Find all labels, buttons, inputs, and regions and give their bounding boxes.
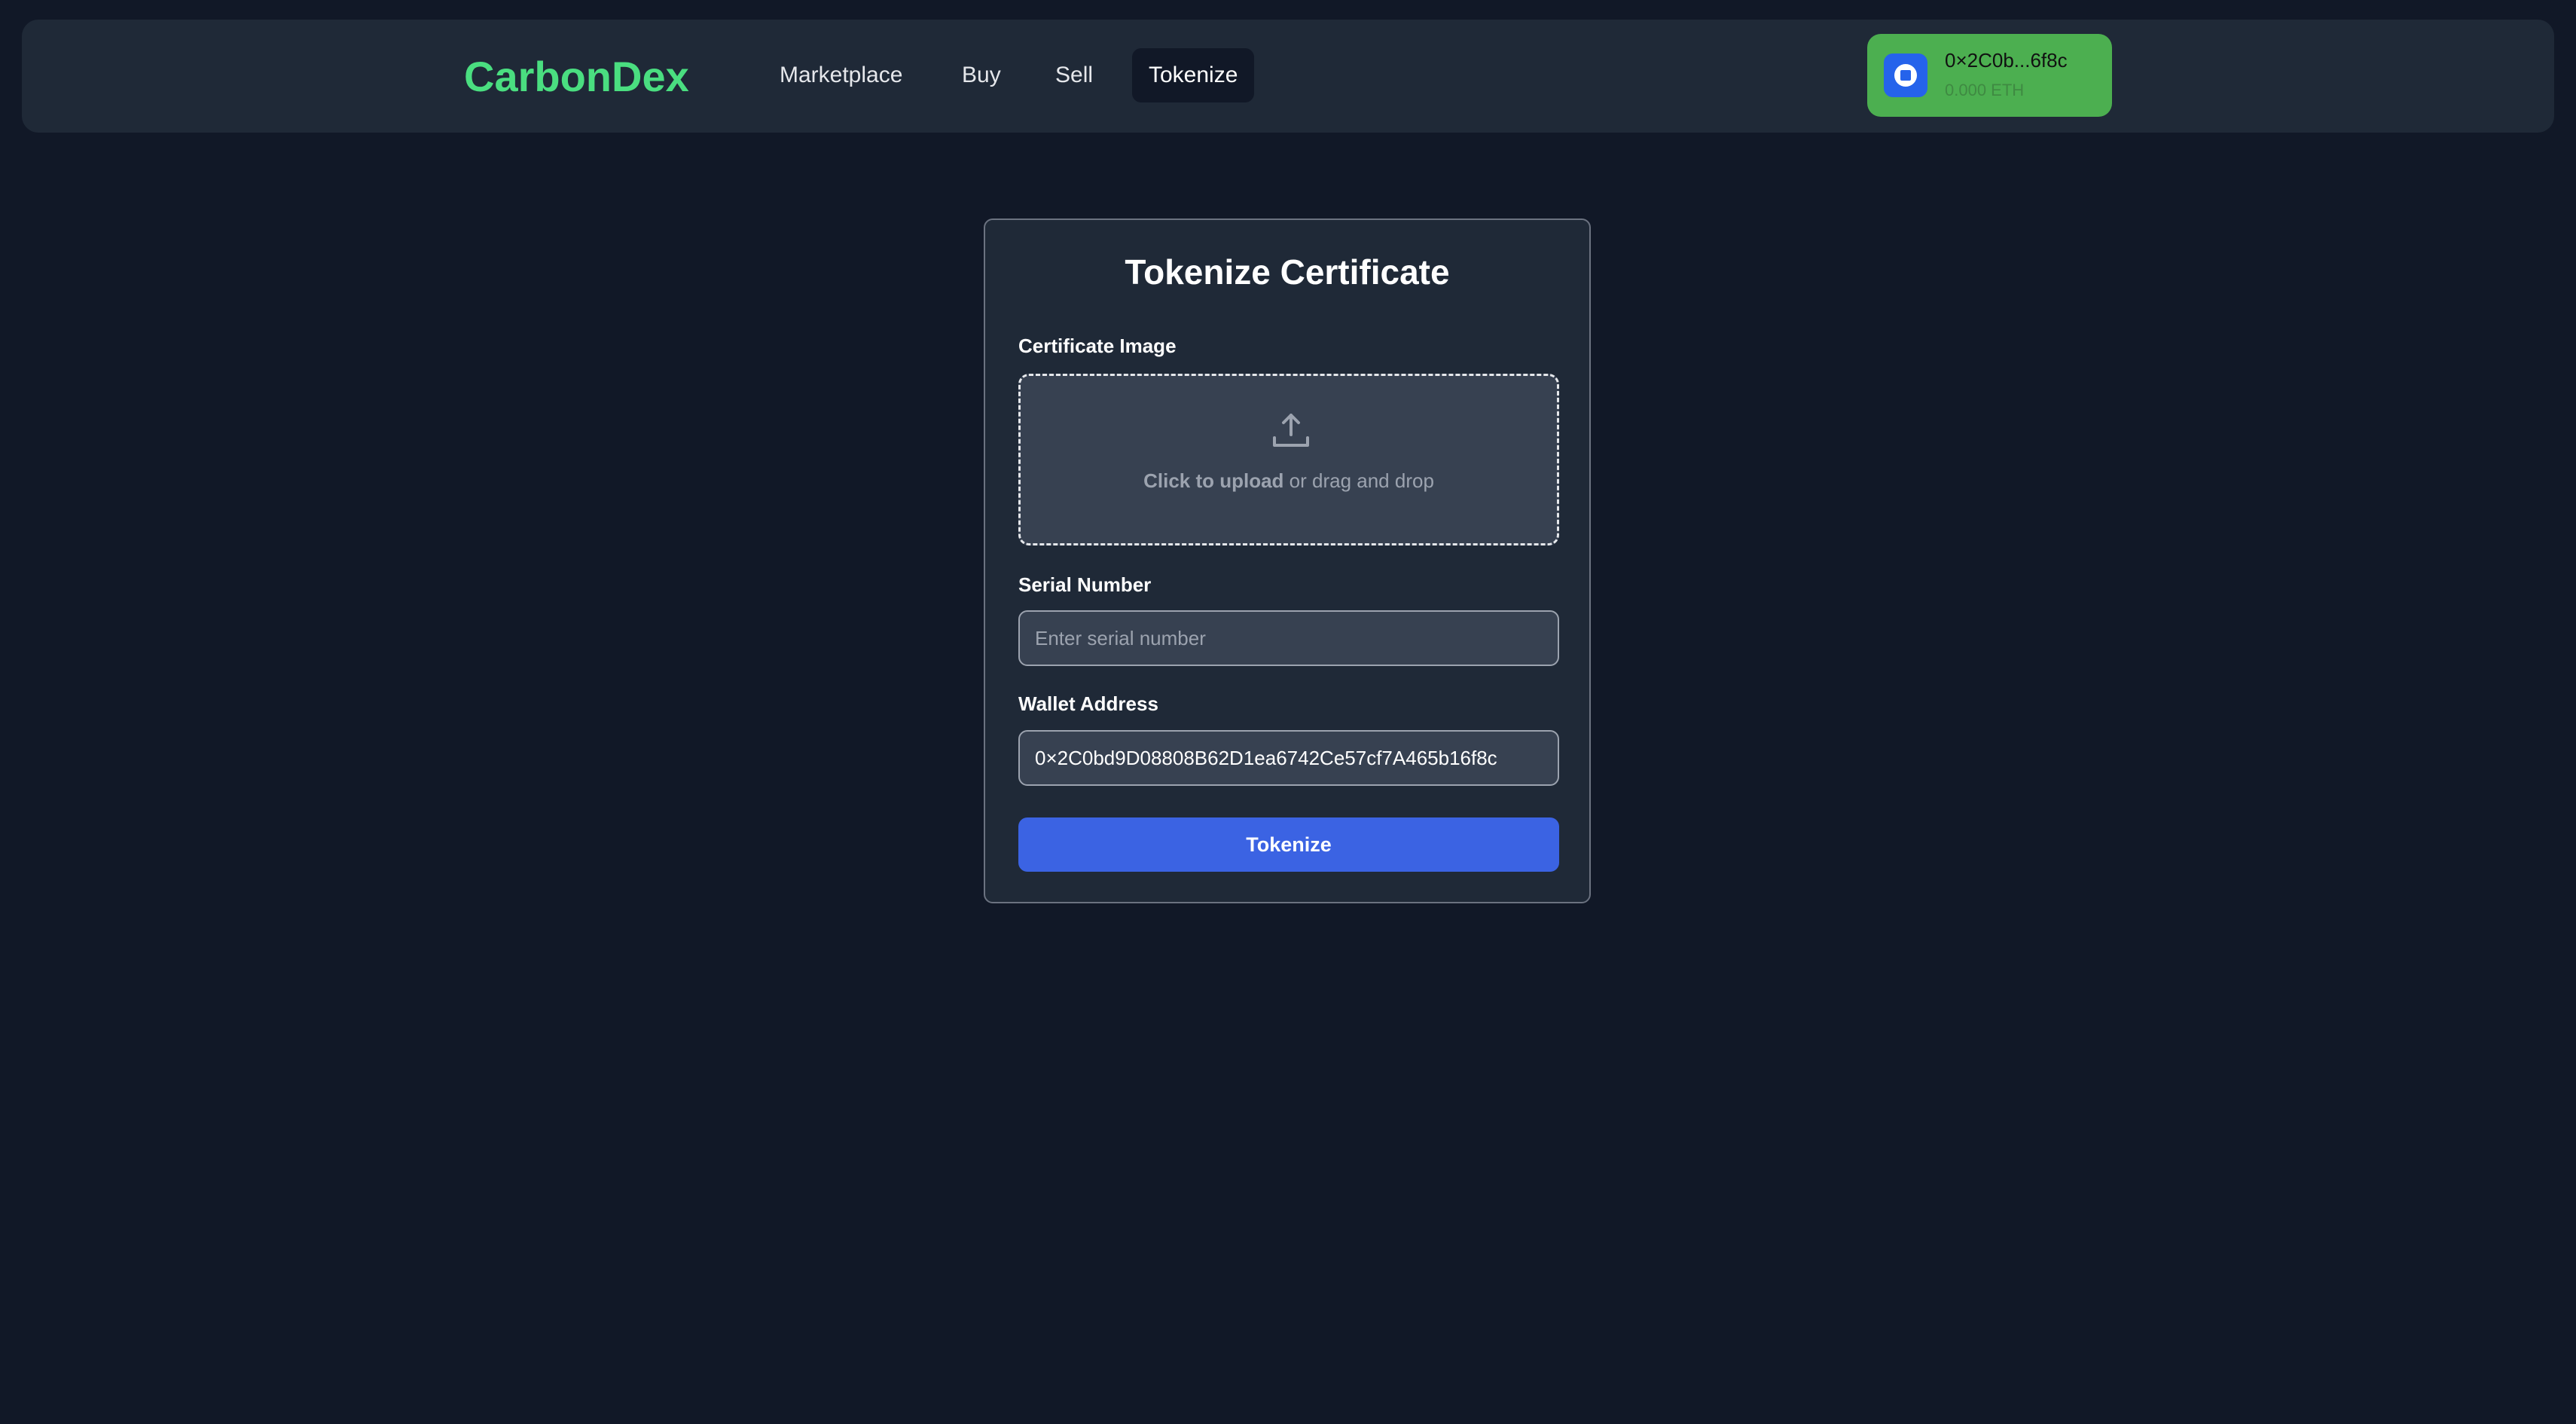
form-title: Tokenize Certificate: [1125, 252, 1450, 292]
wallet-balance: 0.000 ETH: [1945, 81, 2025, 99]
upload-icon: [1273, 414, 1309, 447]
tokenize-button[interactable]: Tokenize: [1018, 817, 1559, 872]
wallet-address-short: 0×2C0b...6f8c: [1945, 49, 2068, 72]
serial-number-label: Serial Number: [1018, 573, 1152, 596]
wallet-avatar-icon: [1884, 53, 1927, 97]
nav-link-tokenize[interactable]: Tokenize: [1132, 48, 1255, 102]
wallet-address-input[interactable]: [1018, 730, 1559, 786]
upload-cta: Click to upload: [1143, 469, 1284, 492]
certificate-upload-dropzone[interactable]: Click to upload or drag and drop: [1018, 374, 1559, 545]
upload-instructions: Click to upload or drag and drop: [1021, 469, 1557, 493]
nav-link-sell[interactable]: Sell: [1039, 48, 1109, 102]
nav-link-marketplace[interactable]: Marketplace: [763, 48, 919, 102]
wallet-address-label: Wallet Address: [1018, 692, 1158, 715]
nav-link-buy[interactable]: Buy: [945, 48, 1018, 102]
serial-number-input[interactable]: [1018, 610, 1559, 666]
upload-hint: or drag and drop: [1283, 469, 1434, 492]
wallet-connect-button[interactable]: 0×2C0b...6f8c 0.000 ETH: [1867, 34, 2112, 117]
top-navbar: CarbonDex Marketplace Buy Sell Tokenize …: [22, 20, 2554, 133]
tokenize-form-card: Tokenize Certificate Certificate Image C…: [984, 218, 1591, 903]
brand-logo[interactable]: CarbonDex: [464, 51, 689, 102]
certificate-image-label: Certificate Image: [1018, 335, 1177, 357]
